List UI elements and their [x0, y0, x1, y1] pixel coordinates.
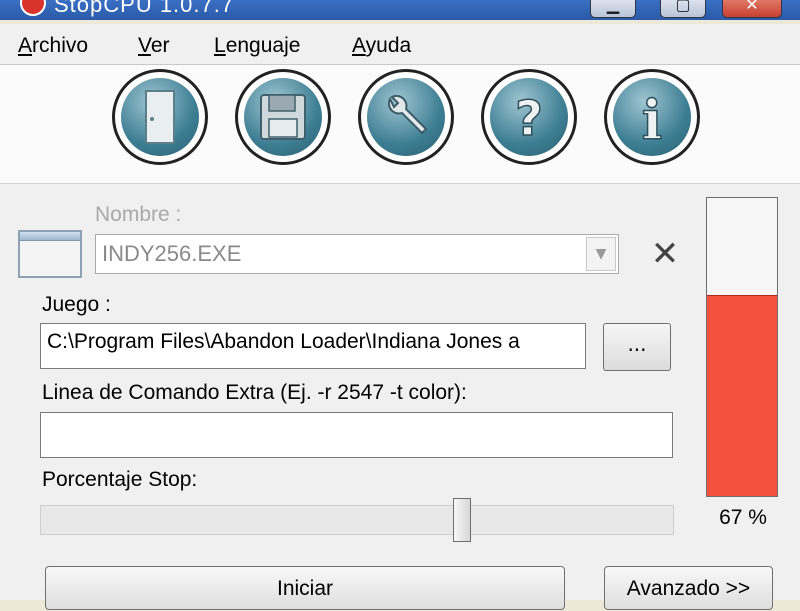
- nombre-combobox[interactable]: INDY256.EXE ▼: [95, 234, 619, 274]
- title-bar: StopCPU 1.0.7.7 ▁ ▢ ✕: [0, 0, 800, 20]
- exit-button[interactable]: [112, 69, 208, 165]
- nombre-value: INDY256.EXE: [102, 241, 242, 266]
- clear-icon[interactable]: ✕: [648, 236, 682, 272]
- advanced-button[interactable]: Avanzado >>: [604, 566, 773, 610]
- help-button[interactable]: ?: [481, 69, 577, 165]
- menu-bar: Archivo Ver Lenguaje Ayuda: [0, 24, 800, 65]
- close-button[interactable]: ✕: [722, 0, 782, 18]
- cpu-meter-label: 67 %: [719, 506, 767, 529]
- svg-text:?: ?: [515, 91, 543, 145]
- floppy-disk-icon: [260, 94, 306, 140]
- info-icon: i: [641, 89, 663, 145]
- menu-ver[interactable]: Ver: [138, 34, 170, 58]
- cpu-meter-fill: [707, 295, 777, 496]
- menu-archivo[interactable]: Archivo: [18, 34, 88, 58]
- svg-text:i: i: [642, 89, 663, 145]
- browse-button[interactable]: ...: [603, 323, 671, 371]
- menu-lenguaje[interactable]: Lenguaje: [214, 34, 300, 58]
- help-icon: ?: [514, 90, 543, 145]
- app-icon[interactable]: [20, 0, 46, 16]
- extra-command-label: Linea de Comando Extra (Ej. -r 2547 -t c…: [42, 381, 467, 404]
- program-window-icon: [18, 230, 82, 278]
- chevron-down-icon[interactable]: ▼: [586, 237, 616, 271]
- stop-percentage-label: Porcentaje Stop:: [42, 468, 198, 491]
- info-button[interactable]: i: [604, 69, 700, 165]
- slider-thumb[interactable]: [452, 498, 471, 542]
- start-button[interactable]: Iniciar: [45, 566, 565, 610]
- menu-ayuda[interactable]: Ayuda: [352, 34, 411, 58]
- toolbar: ? i: [0, 65, 800, 184]
- minimize-button[interactable]: ▁: [590, 0, 636, 18]
- cpu-meter: [706, 197, 778, 497]
- save-button[interactable]: [235, 69, 331, 165]
- juego-label: Juego :: [42, 293, 111, 316]
- settings-button[interactable]: [358, 69, 454, 165]
- door-icon: [145, 90, 175, 144]
- extra-command-input[interactable]: [40, 412, 673, 458]
- nombre-label: Nombre :: [95, 203, 182, 226]
- stop-percentage-slider[interactable]: [40, 505, 674, 535]
- maximize-button[interactable]: ▢: [660, 0, 706, 18]
- window-title: StopCPU 1.0.7.7: [54, 0, 235, 17]
- wrench-icon: [387, 94, 428, 135]
- juego-path-input[interactable]: C:\Program Files\Abandon Loader\Indiana …: [40, 323, 586, 369]
